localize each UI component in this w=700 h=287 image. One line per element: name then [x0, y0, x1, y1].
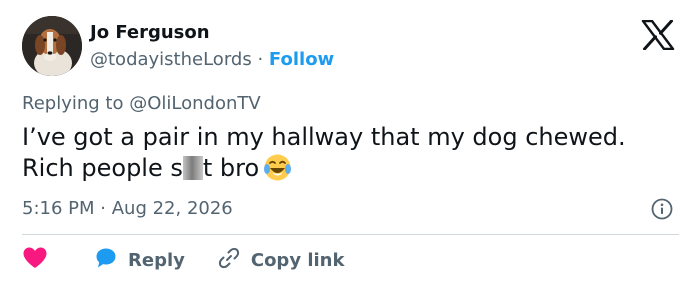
tweet-timestamp[interactable]: 5:16 PM · Aug 22, 2026: [22, 198, 233, 219]
tweet-actions: Reply Copy link: [22, 246, 344, 274]
info-icon[interactable]: [651, 198, 673, 220]
like-button[interactable]: [22, 246, 48, 275]
reply-mention-link[interactable]: @OliLondonTV: [129, 93, 260, 114]
author-handle-line: @todayistheLords · Follow: [90, 49, 334, 70]
reply-context-prefix: Replying to: [22, 93, 124, 114]
tweet-text-line-2: Rich people s t bro: [22, 153, 682, 190]
tweet-text: I’ve got a pair in my hallway that my do…: [22, 122, 682, 190]
tweet-time: 5:16 PM: [22, 198, 95, 219]
author-handle[interactable]: @todayistheLords: [90, 49, 252, 70]
link-icon: [217, 246, 241, 275]
heart-icon: [22, 246, 48, 275]
avatar[interactable]: [22, 16, 82, 76]
reply-context: Replying to @OliLondonTV: [22, 93, 261, 114]
follow-button[interactable]: Follow: [269, 49, 334, 70]
x-logo-icon[interactable]: [641, 19, 675, 51]
tweet-text-before-censor: Rich people s: [22, 154, 183, 182]
author-name[interactable]: Jo Ferguson: [90, 22, 210, 43]
reply-label: Reply: [128, 249, 185, 271]
tweet-card: Jo Ferguson @todayistheLords · Follow Re…: [0, 0, 700, 287]
censor-blur: [182, 156, 203, 180]
separator-dot: ·: [257, 49, 264, 70]
face-with-tears-of-joy-icon: [263, 153, 292, 190]
speech-bubble-icon: [94, 246, 118, 275]
tweet-text-line-1: I’ve got a pair in my hallway that my do…: [22, 123, 626, 151]
divider: [22, 234, 679, 235]
separator-dot: ·: [100, 198, 106, 219]
tweet-text-after-censor: t bro: [202, 154, 260, 182]
copy-link-label: Copy link: [250, 249, 345, 271]
tweet-date: Aug 22, 2026: [111, 198, 233, 219]
reply-button[interactable]: Reply: [94, 246, 185, 275]
copy-link-button[interactable]: Copy link: [217, 246, 345, 275]
